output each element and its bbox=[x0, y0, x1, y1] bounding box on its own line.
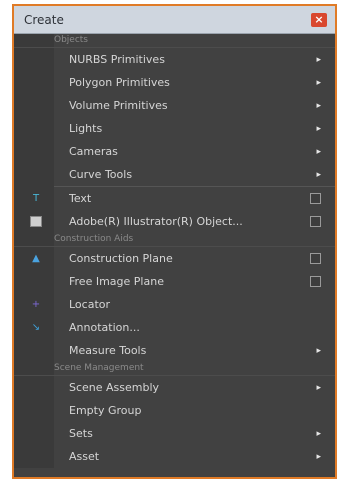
create-menu-window: Create × Objects NURBS Primitives ▸ Poly… bbox=[12, 4, 337, 479]
menu-item-measure-tools[interactable]: Measure Tools ▸ bbox=[14, 339, 335, 362]
text-icon: T bbox=[32, 193, 40, 204]
menu-item-label: Sets bbox=[69, 427, 93, 440]
menu-item-adobe-illustrator-object[interactable]: Adobe(R) Illustrator(R) Object... bbox=[14, 210, 335, 233]
submenu-arrow-icon: ▸ bbox=[316, 169, 321, 180]
menu-item-sets[interactable]: Sets ▸ bbox=[14, 422, 335, 445]
menu-item-free-image-plane[interactable]: Free Image Plane bbox=[14, 270, 335, 293]
option-box-icon[interactable] bbox=[310, 276, 321, 287]
menu-item-label: Asset bbox=[69, 450, 100, 463]
menu-item-annotation[interactable]: ↘ Annotation... bbox=[14, 316, 335, 339]
menu-item-scene-assembly[interactable]: Scene Assembly ▸ bbox=[14, 376, 335, 399]
construction-plane-icon: ▲ bbox=[32, 253, 40, 264]
option-box-icon[interactable] bbox=[310, 253, 321, 264]
section-scene-management: Scene Management bbox=[14, 362, 335, 376]
menu-item-curve-tools[interactable]: Curve Tools ▸ bbox=[14, 163, 335, 186]
menu-item-label: Free Image Plane bbox=[69, 275, 164, 288]
menu-item-label: Polygon Primitives bbox=[69, 76, 170, 89]
menu-item-text[interactable]: T Text bbox=[14, 187, 335, 210]
submenu-arrow-icon: ▸ bbox=[316, 451, 321, 462]
submenu-arrow-icon: ▸ bbox=[316, 54, 321, 65]
window-title: Create bbox=[24, 12, 64, 27]
submenu-arrow-icon: ▸ bbox=[316, 100, 321, 111]
create-menu: Objects NURBS Primitives ▸ Polygon Primi… bbox=[14, 34, 335, 468]
locator-icon: + bbox=[31, 299, 41, 310]
menu-item-polygon-primitives[interactable]: Polygon Primitives ▸ bbox=[14, 71, 335, 94]
menu-item-label: Scene Assembly bbox=[69, 381, 160, 394]
submenu-arrow-icon: ▸ bbox=[316, 123, 321, 134]
menu-item-label: Adobe(R) Illustrator(R) Object... bbox=[69, 215, 243, 228]
submenu-arrow-icon: ▸ bbox=[316, 77, 321, 88]
menu-item-construction-plane[interactable]: ▲ Construction Plane bbox=[14, 247, 335, 270]
menu-item-nurbs-primitives[interactable]: NURBS Primitives ▸ bbox=[14, 48, 335, 71]
menu-item-label: Measure Tools bbox=[69, 344, 147, 357]
menu-item-label: Locator bbox=[69, 298, 111, 311]
option-box-icon[interactable] bbox=[310, 193, 321, 204]
menu-item-locator[interactable]: + Locator bbox=[14, 293, 335, 316]
menu-item-label: NURBS Primitives bbox=[69, 53, 165, 66]
menu-item-asset[interactable]: Asset ▸ bbox=[14, 445, 335, 468]
menu-item-volume-primitives[interactable]: Volume Primitives ▸ bbox=[14, 94, 335, 117]
menu-item-label: Lights bbox=[69, 122, 103, 135]
illustrator-object-icon bbox=[30, 216, 42, 227]
title-bar[interactable]: Create × bbox=[14, 6, 335, 34]
submenu-arrow-icon: ▸ bbox=[316, 382, 321, 393]
menu-item-label: Construction Plane bbox=[69, 252, 173, 265]
option-box-icon[interactable] bbox=[310, 216, 321, 227]
annotation-icon: ↘ bbox=[31, 322, 41, 333]
menu-item-label: Text bbox=[69, 192, 92, 205]
section-construction-aids: Construction Aids bbox=[14, 233, 335, 247]
submenu-arrow-icon: ▸ bbox=[316, 428, 321, 439]
menu-item-empty-group[interactable]: Empty Group bbox=[14, 399, 335, 422]
menu-item-label: Curve Tools bbox=[69, 168, 133, 181]
menu-item-label: Cameras bbox=[69, 145, 118, 158]
menu-item-cameras[interactable]: Cameras ▸ bbox=[14, 140, 335, 163]
menu-item-lights[interactable]: Lights ▸ bbox=[14, 117, 335, 140]
menu-item-label: Annotation... bbox=[69, 321, 140, 334]
submenu-arrow-icon: ▸ bbox=[316, 345, 321, 356]
close-button[interactable]: × bbox=[311, 12, 327, 27]
section-objects: Objects bbox=[14, 34, 335, 48]
submenu-arrow-icon: ▸ bbox=[316, 146, 321, 157]
menu-item-label: Empty Group bbox=[69, 404, 142, 417]
menu-item-label: Volume Primitives bbox=[69, 99, 168, 112]
